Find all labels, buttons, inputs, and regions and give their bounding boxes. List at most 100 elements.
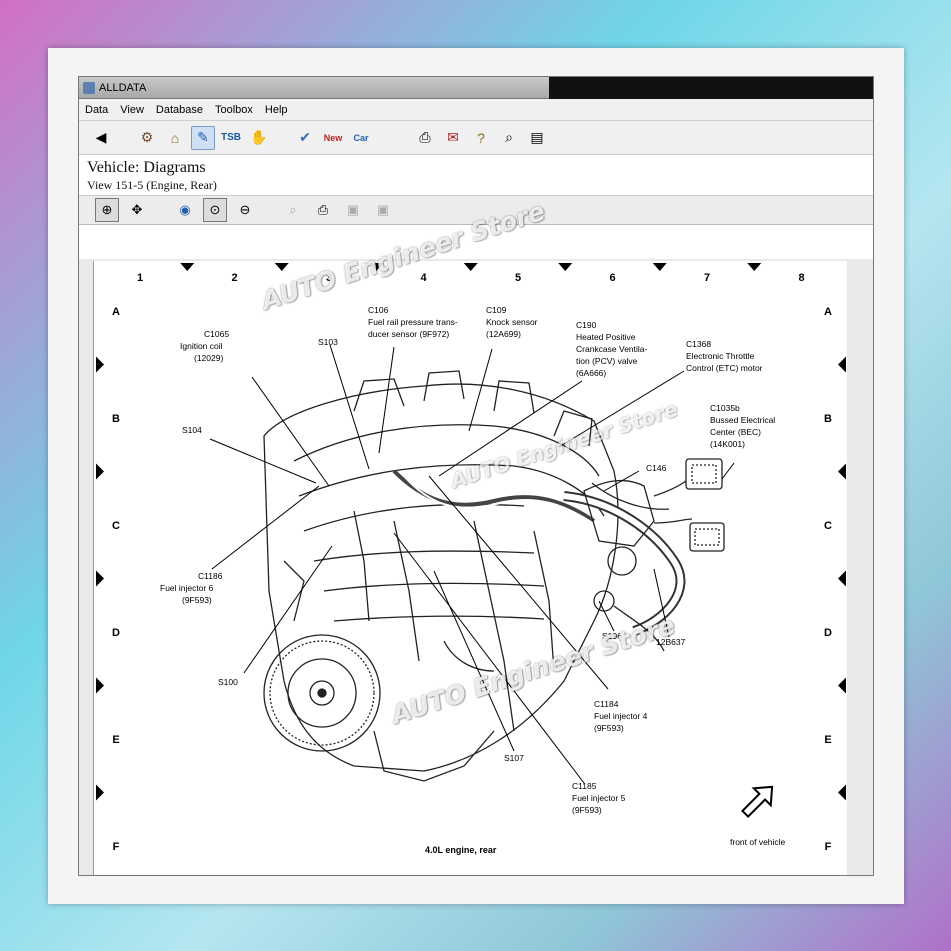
note-icon[interactable]: ✉ <box>441 126 465 150</box>
grid-column-label: 5 <box>515 272 521 284</box>
grid-column-marker <box>274 263 289 271</box>
grid-column-label: 1 <box>137 272 143 284</box>
grid-row-label-left: A <box>112 306 120 318</box>
window-title: ALLDATA <box>99 81 147 94</box>
diagram-toolbar: ⊕ ✥ ◉ ⊙ ⊖ ⌕ ⎙ ▣ ▣ <box>79 195 873 225</box>
diagram-pane: 12345678AABBCCDDEEFF C1065 Ignition coil… <box>79 259 873 875</box>
diagram-sheet[interactable]: 12345678AABBCCDDEEFF C1065 Ignition coil… <box>93 261 847 875</box>
grid-row-label-left: D <box>112 627 120 639</box>
grid-row-marker-left <box>96 784 104 801</box>
callout-s104: S104 <box>182 425 202 435</box>
grid-row-label-left: E <box>112 734 119 746</box>
menu-data[interactable]: Data <box>79 104 114 116</box>
grid-row-label-left: C <box>112 520 120 532</box>
diagram-tool-icon[interactable]: ✎ <box>191 125 215 150</box>
back-icon[interactable]: ◀ <box>89 126 113 150</box>
grid-column-marker <box>180 263 195 271</box>
callout-c1185: C1185 Fuel injector 5 (9F593) <box>572 781 626 815</box>
grid-row-marker-left <box>96 463 104 480</box>
callout-labels: C1065 Ignition coil (12029) C106 Fuel rail … <box>160 305 775 815</box>
callout-c146: C146 <box>646 463 667 473</box>
camera-icon[interactable]: ▣ <box>341 198 365 222</box>
search-icon[interactable]: ⌕ <box>497 126 521 150</box>
menu-help[interactable]: Help <box>259 104 294 116</box>
grid-row-label-right: F <box>825 841 832 853</box>
callout-s103: S103 <box>318 337 338 347</box>
menu-database[interactable]: Database <box>150 104 209 116</box>
new-car-icon[interactable]: New <box>321 126 345 150</box>
callout-c1186: C1186 Fuel injector 6 (9F593) <box>160 571 223 605</box>
grid-row-marker-right <box>838 570 846 587</box>
grid-row-label-right: D <box>824 627 832 639</box>
repair-icon[interactable]: ✔ <box>293 126 317 150</box>
title-bar: ALLDATA <box>79 77 873 99</box>
callout-c1035b: C1035b Bussed Electrical Center (BEC) (14K0… <box>710 403 775 449</box>
grid-column-label: 3 <box>326 272 332 284</box>
engine-illustration <box>263 370 725 782</box>
callout-s100: S100 <box>218 677 238 687</box>
print-icon[interactable]: ⎙ <box>413 126 437 150</box>
callout-c1065: C1065 Ignition coil (12029) <box>180 329 229 363</box>
front-of-vehicle-label: front of vehicle <box>730 837 786 847</box>
main-toolbar: ◀ ⚙ ⌂ ✎ TSB ✋ ✔ New Car ⎙ ✉ ? ⌕ ▤ <box>79 121 873 155</box>
front-arrow-icon <box>741 785 774 818</box>
component-icon[interactable]: ⚙ <box>135 126 159 150</box>
view-label: View 151-5 (Engine, Rear) <box>87 178 217 192</box>
pan-icon[interactable]: ✥ <box>125 198 149 222</box>
engine-diagram: 1 2 3 4 5 6 7 8A AB BC CD DE EF F C1065 … <box>96 263 846 855</box>
zoom-in-icon[interactable]: ⊙ <box>203 198 227 222</box>
app-icon <box>83 81 95 94</box>
grid-column-marker <box>369 263 384 271</box>
grid-row-label-right: B <box>824 413 832 425</box>
grid-column-label: 7 <box>704 272 710 284</box>
alldata-window: ALLDATA Data View Database Toolbox Help … <box>78 76 874 876</box>
grid-column-label: 4 <box>420 272 427 284</box>
grid-row-marker-left <box>96 677 104 694</box>
camera-2-icon[interactable]: ▣ <box>371 198 395 222</box>
callout-c1368: C1368 Electronic Throttle Control (ETC) mo… <box>686 339 763 373</box>
grid-column-marker <box>558 263 573 271</box>
zoom-box-icon[interactable]: ⊕ <box>95 198 119 222</box>
zoom-disabled-icon[interactable]: ⌕ <box>281 198 305 222</box>
print-preview-icon[interactable]: ▤ <box>525 126 549 150</box>
callout-c1184: C1184 Fuel injector 4 (9F593) <box>594 699 648 733</box>
grid-row-marker-right <box>838 784 846 801</box>
new-car-2-icon[interactable]: Car <box>349 126 373 150</box>
grid-row-label-right: E <box>824 734 831 746</box>
callout-12b637: 12B637 <box>656 637 686 647</box>
title-bar-dark-region <box>549 77 873 99</box>
grid-row-label-left: B <box>112 413 120 425</box>
zoom-out-icon[interactable]: ⊖ <box>233 198 257 222</box>
grid-column-label: 6 <box>609 272 615 284</box>
grid-row-marker-left <box>96 356 104 373</box>
grid-row-label-right: C <box>824 520 832 532</box>
grid-row-label-right: A <box>824 306 832 318</box>
diagram-caption: 4.0L engine, rear <box>425 845 497 855</box>
grid-column-label: 2 <box>231 272 237 284</box>
tsb-icon[interactable]: TSB <box>219 126 243 150</box>
leader-lines <box>209 344 735 784</box>
page-title: Vehicle: Diagrams <box>87 159 206 176</box>
menu-bar: Data View Database Toolbox Help <box>79 99 873 121</box>
callout-s106: S106 <box>602 631 622 641</box>
print-icon[interactable]: ⎙ <box>311 198 335 222</box>
page-header: Vehicle: Diagrams View 151-5 (Engine, Re… <box>79 155 873 193</box>
grid-column-marker <box>463 263 478 271</box>
grid-row-marker-right <box>838 356 846 373</box>
grid-column-marker <box>652 263 667 271</box>
menu-toolbox[interactable]: Toolbox <box>209 104 259 116</box>
grid-row-marker-right <box>838 463 846 480</box>
callout-c109: C109 Knock sensor (12A699) <box>486 305 538 339</box>
menu-view[interactable]: View <box>114 104 150 116</box>
grid-row-marker-left <box>96 570 104 587</box>
help-icon[interactable]: ? <box>469 126 493 150</box>
callout-c190: C190 Heated Positive Crankcase Ventila-tio… <box>576 320 648 378</box>
grid-row-marker-right <box>838 677 846 694</box>
wrench-icon[interactable]: ✋ <box>247 126 271 150</box>
home-icon[interactable]: ⌂ <box>163 126 187 150</box>
grid-column-label: 8 <box>798 272 804 284</box>
zoom-100-icon[interactable]: ◉ <box>173 198 197 222</box>
callout-c106: C106 Fuel rail pressure trans-ducer senso… <box>368 305 458 339</box>
grid-column-marker <box>747 263 762 271</box>
callout-s107: S107 <box>504 753 524 763</box>
